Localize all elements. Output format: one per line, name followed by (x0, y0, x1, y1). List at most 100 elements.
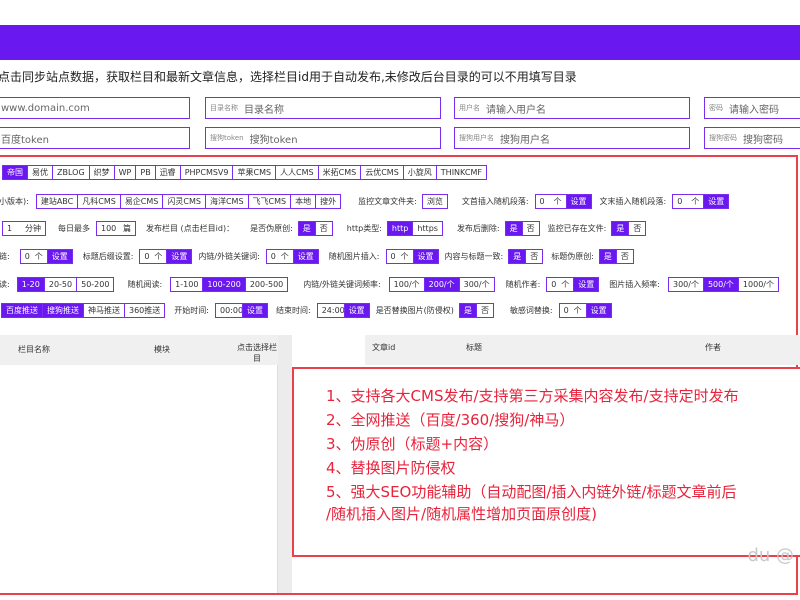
pass-placeholder: 请输入密码 (729, 104, 779, 116)
img-freq-opt-0[interactable]: 300/个 (667, 277, 704, 292)
user-label: 用户名 (459, 104, 480, 112)
sensitive-set-button[interactable]: 设置 (585, 303, 612, 318)
read-opt-2[interactable]: 200-500 (244, 277, 289, 292)
pass-input[interactable]: 密码 请输入密码 (704, 97, 800, 119)
insert-para-set-button[interactable]: 设置 (565, 194, 592, 209)
dir-input[interactable]: 目录名称 目录名称 (205, 97, 441, 119)
col-column-name: 栏目名称 (18, 345, 50, 354)
daily-input[interactable]: 100 篇 (96, 221, 136, 236)
version-0[interactable]: 建站ABC (35, 194, 79, 209)
version-2[interactable]: 易企CMS (119, 194, 164, 209)
baidu-token-placeholder: 百度token (1, 134, 49, 146)
cms-tab-10[interactable]: 米拓CMS (317, 165, 362, 180)
row5-a-opt-2[interactable]: 50-200 (76, 277, 115, 292)
row5-a-opt-0[interactable]: 1-20 (16, 277, 45, 292)
cms-tab-3[interactable]: 织梦 (88, 165, 115, 180)
domain-input[interactable]: www.domain.com (0, 97, 190, 119)
version-6[interactable]: 本地 (290, 194, 317, 209)
kw-freq-opt-1[interactable]: 200/个 (423, 277, 460, 292)
end-time-set-button[interactable]: 设置 (343, 303, 370, 318)
delete-yes[interactable]: 是 (504, 221, 523, 236)
tail-para-input[interactable]: 0个 (672, 194, 705, 209)
cms-tab-5[interactable]: PB (135, 165, 156, 180)
link-kw-set-button[interactable]: 设置 (292, 249, 319, 264)
cms-tab-1[interactable]: 易优 (27, 165, 53, 180)
feature-line-4: 4、替换图片防侵权 (326, 459, 456, 477)
random-img-unit: 个 (400, 252, 409, 261)
http-option[interactable]: http (386, 221, 414, 236)
read-opt-0[interactable]: 1-100 (170, 277, 204, 292)
same-title-no[interactable]: 否 (525, 249, 544, 264)
random-author-set-button[interactable]: 设置 (573, 277, 600, 292)
sogou-pass-placeholder: 搜狗密码 (743, 134, 783, 146)
cms-tab-7[interactable]: PHPCMSV9 (179, 165, 234, 180)
sogou-token-input[interactable]: 搜狗token 搜狗token (205, 127, 441, 149)
push-360[interactable]: 360推送 (124, 303, 166, 318)
kw-freq-opt-2[interactable]: 300/个 (458, 277, 495, 292)
read-opt-1[interactable]: 100-200 (202, 277, 246, 292)
pseudo-no[interactable]: 否 (314, 221, 333, 236)
cms-tab-11[interactable]: 云优CMS (360, 165, 404, 180)
suffix-label: 标题后缀设置: (82, 252, 134, 261)
cms-tab-8[interactable]: 苹果CMS (232, 165, 277, 180)
kw-freq-opt-0[interactable]: 100/个 (388, 277, 425, 292)
img-freq-opt-1[interactable]: 500/个 (702, 277, 739, 292)
pseudo-yes[interactable]: 是 (297, 221, 316, 236)
cms-tab-0[interactable]: 帝国 (2, 165, 28, 180)
tail-para-set-button[interactable]: 设置 (703, 194, 730, 209)
replace-img-no[interactable]: 否 (475, 303, 494, 318)
suffix-set-button[interactable]: 设置 (166, 249, 193, 264)
replace-img-label: 是否替换图片(防侵权) (375, 306, 454, 315)
monitor-exist-yes[interactable]: 是 (611, 221, 630, 236)
feature-line-1: 1、支持各大CMS发布/支持第三方采集内容发布/支持定时发布 (326, 387, 739, 405)
start-time-set-button[interactable]: 设置 (241, 303, 268, 318)
baidu-token-input[interactable]: 百度token (0, 127, 190, 149)
version-5[interactable]: 飞飞CMS (247, 194, 292, 209)
push-baidu[interactable]: 百度推送 (1, 303, 43, 318)
push-shenma[interactable]: 神马推送 (83, 303, 125, 318)
img-freq-label: 图片插入频率: (609, 280, 660, 289)
insert-para-input[interactable]: 0个 (534, 194, 567, 209)
feature-line-2: 2、全网推送（百度/360/搜狗/神马） (326, 411, 575, 429)
row4-a-input[interactable]: 0个 (19, 249, 48, 264)
title-pseudo-yes[interactable]: 是 (598, 249, 617, 264)
row4-a-set-button[interactable]: 设置 (46, 249, 73, 264)
cms-tab-4[interactable]: WP (113, 165, 137, 180)
browse-button[interactable]: 浏览 (421, 194, 448, 209)
sogou-user-input[interactable]: 搜狗用户名 搜狗用户名 (454, 127, 690, 149)
random-author-input[interactable]: 0个 (546, 277, 575, 292)
https-option[interactable]: https (412, 221, 443, 236)
same-title-label: 内容与标题一致: (444, 252, 504, 261)
cms-tab-6[interactable]: 迅睿 (154, 165, 181, 180)
replace-img-yes[interactable]: 是 (458, 303, 477, 318)
cms-tab-13[interactable]: THINKCMF (435, 165, 487, 180)
delete-after-label: 发布后删除: (456, 224, 500, 233)
interval-input[interactable]: 1 分钟 (2, 221, 46, 236)
sogou-pass-input[interactable]: 搜狗密码 搜狗密码 (704, 127, 800, 149)
link-kw-input[interactable]: 0个 (265, 249, 294, 264)
left-table-body[interactable] (0, 365, 278, 593)
sensitive-input[interactable]: 0个 (558, 303, 587, 318)
cms-tab-12[interactable]: 小旋风 (402, 165, 437, 180)
version-3[interactable]: 闪灵CMS (162, 194, 206, 209)
cms-tab-2[interactable]: ZBLOG (52, 165, 90, 180)
suffix-input[interactable]: 0个 (139, 249, 168, 264)
cms-tab-9[interactable]: 人人CMS (275, 165, 319, 180)
random-img-set-button[interactable]: 设置 (412, 249, 439, 264)
scrollbar[interactable] (278, 335, 292, 593)
delete-no[interactable]: 否 (521, 221, 540, 236)
version-1[interactable]: 凡科CMS (77, 194, 121, 209)
push-sogou[interactable]: 搜狗推送 (42, 303, 84, 318)
row5-a-opt-1[interactable]: 20-50 (43, 277, 78, 292)
version-4[interactable]: 海洋CMS (204, 194, 249, 209)
img-freq-opt-2[interactable]: 1000/个 (737, 277, 779, 292)
user-input[interactable]: 用户名 请输入用户名 (454, 97, 690, 119)
same-title-yes[interactable]: 是 (508, 249, 527, 264)
random-img-input[interactable]: 0个 (385, 249, 414, 264)
monitor-exist-no[interactable]: 否 (628, 221, 647, 236)
version-7[interactable]: 搜外 (315, 194, 342, 209)
title-pseudo-no[interactable]: 否 (615, 249, 634, 264)
end-time-input[interactable]: 24:00 (316, 303, 345, 318)
start-time-input[interactable]: 00:00 (214, 303, 243, 318)
dir-placeholder: 目录名称 (244, 104, 284, 116)
